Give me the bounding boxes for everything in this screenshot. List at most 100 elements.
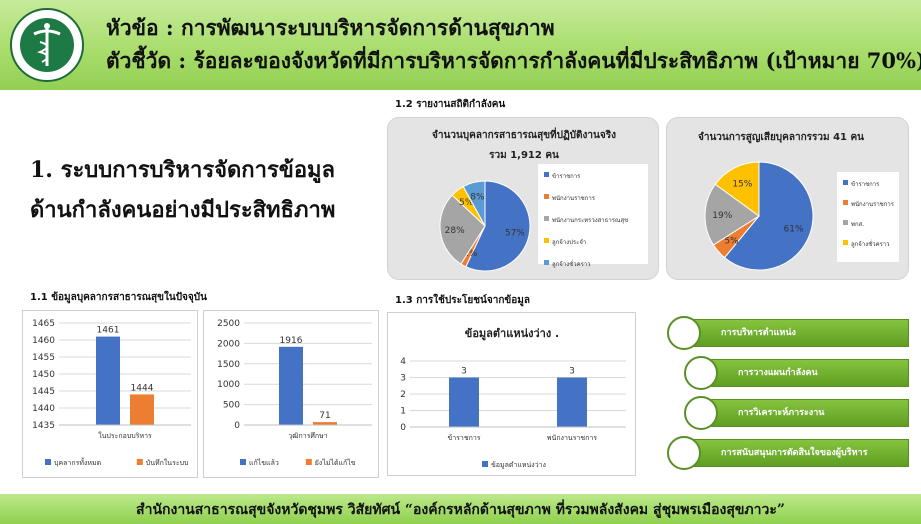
chart-title: จำนวนบุคลากรสาธารณสุขที่ปฏิบัติงานจริง	[432, 127, 616, 141]
legend-swatch	[544, 260, 549, 265]
menu-executive-decision-support[interactable]: การสนับสนุนการตัดสินใจของผู้บริหาร	[680, 439, 909, 467]
bar-chart-education: 0 500 1000 1500 2000 2500 1916 71 วุฒิการศึกษาแก…	[217, 319, 372, 467]
legend-label: พนักงานราชการ	[851, 201, 895, 208]
pie-panel-staff: จำนวนบุคลากรสาธารณสุขที่ปฏิบัติงานจริง รว…	[387, 117, 659, 280]
footer-banner: สำนักงานสาธารณสุขจังหวัดชุมพร วิสัยทัศน์…	[0, 494, 921, 524]
legend-swatch	[544, 172, 549, 177]
menu-position-management[interactable]: การบริหารตำแหน่ง	[680, 319, 909, 347]
y-tick-label: 1000	[217, 380, 240, 390]
menu-label: การสนับสนุนการตัดสินใจของผู้บริหาร	[721, 448, 868, 458]
legend-swatch	[45, 459, 51, 465]
section-title-1-2: 1.2 รายงานสถิติกำลังคน	[395, 99, 506, 110]
data-label: 71	[319, 411, 330, 421]
slice-label: 61%	[784, 224, 804, 234]
section-title-1-1: 1.1 ข้อมูลบุคลากรสาธารณสุขในปัจจุบัน	[30, 292, 207, 303]
menu-bullet-icon	[667, 316, 701, 350]
caduceus-icon	[20, 18, 74, 72]
x-tick-label: ในประกอบบริหาร	[98, 431, 152, 440]
data-label: 3	[461, 367, 467, 377]
y-tick-label: 2000	[217, 339, 240, 349]
pie-chart-loss: จำนวนการสูญเสียบุคลากรรวม 41 คน 61% 5% 19% 1…	[698, 131, 899, 271]
header-topic: หัวข้อ : การพัฒนาระบบบริหารจัดการด้านสุข…	[106, 15, 555, 40]
legend-label: ข้าราชการ	[851, 181, 880, 188]
slice-label: 19%	[712, 211, 732, 221]
bar	[557, 377, 587, 427]
menu-label: การวางแผนกำลังคน	[738, 368, 818, 378]
legend-swatch	[544, 194, 549, 199]
y-tick-label: 2500	[217, 319, 240, 329]
menu-label: การบริหารตำแหน่ง	[721, 328, 796, 338]
y-tick-label: 1435	[32, 421, 55, 431]
header-indicator: ตัวชี้วัด : ร้อยละของจังหวัดที่มีการบริห…	[106, 48, 921, 73]
y-tick-label: 1445	[32, 387, 55, 397]
y-tick-label: 1450	[32, 370, 55, 380]
y-tick-label: 4	[400, 357, 406, 367]
y-tick-label: 0	[234, 421, 240, 431]
legend-label: ข้อมูลตำแหน่งว่าง	[491, 461, 546, 469]
chart-title: จำนวนการสูญเสียบุคลากรรวม 41 คน	[698, 131, 864, 144]
legend-label: ลูกจ้างประจำ	[552, 239, 586, 246]
legend-swatch	[482, 461, 488, 467]
section-title-1-3: 1.3 การใช้ประโยชน์จากข้อมูล	[395, 295, 530, 306]
legend-swatch	[843, 200, 848, 205]
bar-chart-vacancy: ข้อมูลตำแหน่งว่าง . 0 1 2 3 4 3 ข้าราชการ 3 พนักง…	[400, 327, 626, 469]
ministry-seal-logo	[10, 8, 84, 82]
bar	[279, 346, 303, 425]
legend-swatch	[843, 240, 848, 245]
slice-label: 57%	[505, 229, 525, 239]
slice-label: 15%	[732, 179, 752, 189]
bar-panel-personnel: 1435 1440 1445 1450 1455 1460 1465 1461 1444 ในปร…	[22, 310, 198, 478]
legend-label: บุคลากรทั้งหมด	[54, 456, 101, 467]
legend-label: พนักงานราชการ	[552, 195, 596, 202]
legend-swatch	[136, 459, 143, 465]
header-banner: หัวข้อ : การพัฒนาระบบบริหารจัดการด้านสุข…	[0, 0, 921, 90]
legend-label: ยังไม่ได้แก้ไข	[315, 458, 356, 467]
legend-label: แก้ไขแล้ว	[249, 458, 279, 467]
y-tick-label: 1460	[32, 336, 55, 346]
legend-swatch	[544, 216, 549, 221]
bar	[130, 394, 154, 425]
data-label: 1461	[97, 326, 120, 336]
y-tick-label: 1440	[32, 404, 55, 414]
x-tick-label: พนักงานราชการ	[547, 434, 597, 442]
legend-swatch	[305, 459, 312, 465]
legend-swatch	[843, 220, 848, 225]
data-label: 3	[569, 367, 575, 377]
menu-bullet-icon	[684, 356, 718, 390]
chart-title: ข้อมูลตำแหน่งว่าง .	[465, 327, 559, 341]
y-tick-label: 2	[400, 390, 406, 400]
main-heading-line1: 1. ระบบการบริหารจัดการข้อมูล	[30, 157, 336, 183]
footer-vision-text: สำนักงานสาธารณสุขจังหวัดชุมพร วิสัยทัศน์…	[136, 502, 785, 518]
slice-label: 28%	[445, 226, 465, 236]
menu-manpower-planning[interactable]: การวางแผนกำลังคน	[697, 359, 909, 387]
slice-label: 8%	[470, 192, 485, 202]
x-tick-label: ข้าราชการ	[447, 434, 480, 442]
legend-label: ข้าราชการ	[552, 173, 581, 180]
menu-label: การวิเคราะห์ภาระงาน	[738, 408, 825, 418]
bar	[96, 336, 120, 425]
y-tick-label: 1455	[32, 353, 55, 363]
legend-label: พกส.	[851, 221, 864, 228]
data-label: 1444	[131, 383, 154, 393]
pie-chart-staff: จำนวนบุคลากรสาธารณสุขที่ปฏิบัติงานจริงรว…	[432, 127, 648, 272]
y-tick-label: 0	[400, 423, 406, 433]
menu-workload-analysis[interactable]: การวิเคราะห์ภาระงาน	[697, 399, 909, 427]
legend-swatch	[843, 180, 848, 185]
bar	[449, 377, 479, 427]
legend-label: ลูกจ้างชั่วคราว	[552, 260, 591, 268]
legend-label: ลูกจ้างชั่วคราว	[851, 240, 890, 248]
bar-panel-education: 0 500 1000 1500 2000 2500 1916 71 วุฒิการศึกษา แก…	[203, 310, 379, 478]
legend-label: บันทึกในระบบ	[146, 458, 189, 467]
x-tick-label: วุฒิการศึกษา	[288, 431, 327, 440]
y-tick-label: 500	[223, 401, 240, 411]
y-tick-label: 3	[400, 374, 406, 384]
pie-panel-loss: จำนวนการสูญเสียบุคลากรรวม 41 คน 61% 5% 19% 1…	[666, 117, 909, 280]
bar-chart-personnel: 1435 1440 1445 1450 1455 1460 1465 1461 1444 ในปร…	[32, 319, 191, 467]
y-tick-label: 1	[400, 407, 406, 417]
bar-panel-vacancy: ข้อมูลตำแหน่งว่าง . 0 1 2 3 4 3 ข้าราชการ 3 พนักง…	[387, 312, 636, 476]
legend-swatch	[544, 238, 549, 243]
y-tick-label: 1465	[32, 319, 55, 329]
y-tick-label: 1500	[217, 360, 240, 370]
menu-bullet-icon	[684, 396, 718, 430]
main-heading-line2: ด้านกำลังคนอย่างมีประสิทธิภาพ	[30, 197, 336, 223]
